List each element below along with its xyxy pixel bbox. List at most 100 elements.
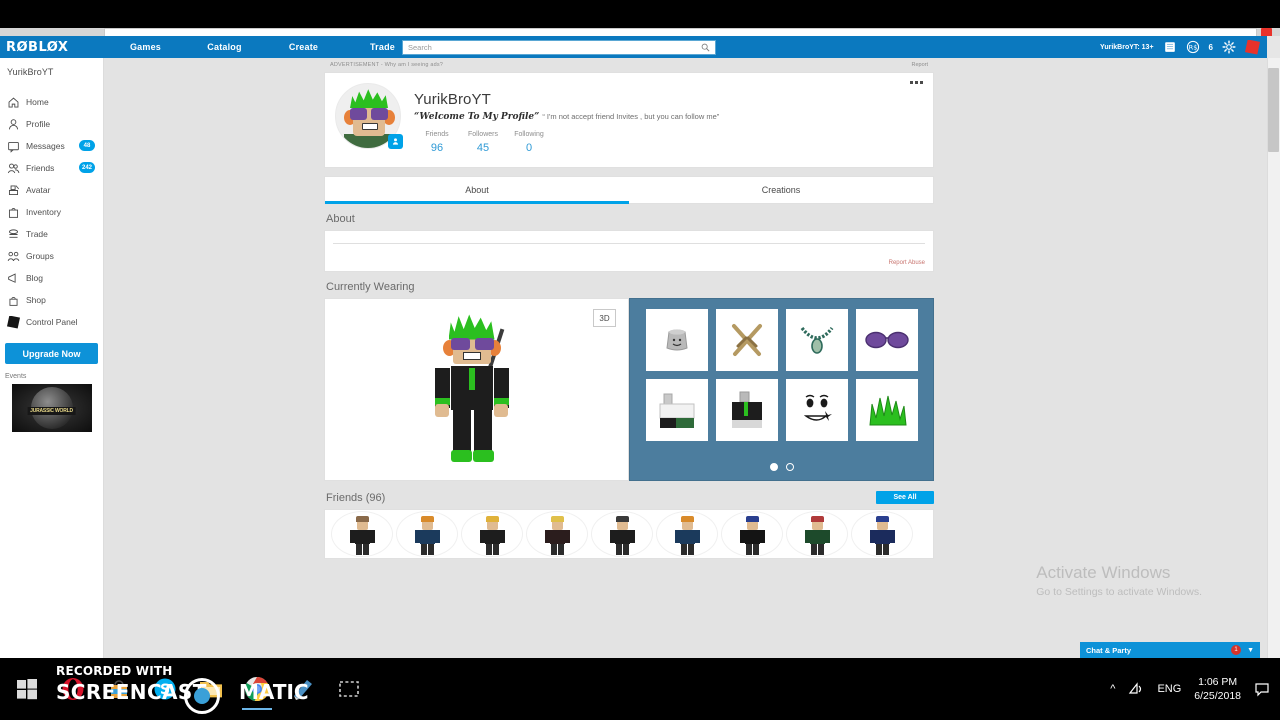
report-abuse-link[interactable]: Report Abuse xyxy=(889,260,925,266)
view-3d-button[interactable]: 3D xyxy=(593,309,616,327)
carousel-dot-1[interactable] xyxy=(769,463,778,471)
sidebar-item-friends[interactable]: Friends 242 xyxy=(0,157,103,179)
primary-nav: Games Catalog Create Trade xyxy=(106,42,422,52)
notepad-icon[interactable] xyxy=(280,666,326,712)
nav-item-games[interactable]: Games xyxy=(106,42,185,52)
avatar-leg-left xyxy=(452,409,471,454)
green-spiky-hair-icon xyxy=(868,395,907,426)
sidebar-item-messages[interactable]: Messages 48 xyxy=(0,135,103,157)
microsoft-store-icon[interactable] xyxy=(96,666,142,712)
advertisement-bar: ADVERTISEMENT - Why am I seeing ads? Rep… xyxy=(324,58,934,72)
friend-avatar[interactable] xyxy=(526,511,588,557)
worn-item-crossed-swords[interactable] xyxy=(715,309,778,371)
sidebar-label-blog: Blog xyxy=(26,273,44,283)
show-hidden-icons-icon[interactable]: ^ xyxy=(1110,683,1115,695)
main-content: ADVERTISEMENT - Why am I seeing ads? Rep… xyxy=(324,58,934,559)
friend-avatar[interactable] xyxy=(331,511,393,557)
currently-wearing-row: 3D xyxy=(324,298,934,481)
google-chrome-icon[interactable] xyxy=(234,666,280,712)
sidebar-item-inventory[interactable]: Inventory xyxy=(0,201,103,223)
see-all-button[interactable]: See All xyxy=(876,491,934,504)
language-indicator[interactable]: ENG xyxy=(1157,683,1181,695)
scrollbar-top-cap xyxy=(1267,36,1280,58)
friend-avatar[interactable] xyxy=(656,511,718,557)
jade-necklace-icon xyxy=(800,326,833,354)
sidebar-item-blog[interactable]: Blog xyxy=(0,267,103,289)
header-user-controls: YurikBroYT: 13+ R$ 6 xyxy=(1100,36,1260,58)
stat-followers-value: 45 xyxy=(476,142,490,154)
tab-about[interactable]: About xyxy=(325,177,629,204)
sidebar-item-shop[interactable]: Shop xyxy=(0,289,103,311)
video-letterbox-top xyxy=(0,0,1280,28)
action-center-icon[interactable] xyxy=(1254,681,1270,697)
sidebar-item-control-panel[interactable]: Control Panel xyxy=(0,311,103,333)
worn-item-black-green-jacket[interactable] xyxy=(715,379,778,441)
advertisement-report-link[interactable]: Report xyxy=(911,62,928,68)
nav-item-create[interactable]: Create xyxy=(264,42,343,52)
search-input[interactable]: Search xyxy=(408,43,701,52)
network-icon[interactable] xyxy=(1128,681,1144,697)
roblox-logo-icon[interactable] xyxy=(1245,39,1260,55)
sidebar-item-home[interactable]: Home xyxy=(0,91,103,113)
page-scrollbar[interactable] xyxy=(1267,58,1280,658)
upgrade-now-button[interactable]: Upgrade Now xyxy=(5,343,98,364)
snip-tool-icon[interactable] xyxy=(326,666,372,712)
blog-icon xyxy=(8,272,16,283)
home-icon xyxy=(8,97,19,107)
chat-and-party-bar[interactable]: Chat & Party 1 ▼ xyxy=(1080,642,1260,658)
messages-icon[interactable] xyxy=(1163,40,1177,54)
skype-icon[interactable]: S xyxy=(142,666,188,712)
white-shirt-icon xyxy=(659,393,694,428)
friend-avatar[interactable] xyxy=(786,511,848,557)
nav-item-catalog[interactable]: Catalog xyxy=(185,42,264,52)
robux-icon[interactable]: R$ xyxy=(1186,40,1200,54)
gear-icon[interactable] xyxy=(1222,40,1236,54)
avatar-render-sunglasses xyxy=(450,337,494,350)
stat-friends[interactable]: Friends 96 xyxy=(414,131,460,154)
header-username[interactable]: YurikBroYT: 13+ xyxy=(1100,44,1154,51)
search-box[interactable]: Search xyxy=(402,40,716,55)
event-thumbnail-jurassic-world[interactable]: JURASSIC WORLD xyxy=(11,384,92,432)
sidebar-label-groups: Groups xyxy=(26,251,54,261)
roblox-logo[interactable]: RØBLØX xyxy=(6,40,80,55)
sidebar-item-avatar[interactable]: Avatar xyxy=(0,179,103,201)
friend-avatar[interactable] xyxy=(721,511,783,557)
avatar[interactable] xyxy=(335,83,403,149)
friend-avatar[interactable] xyxy=(851,511,913,557)
sidebar-item-trade[interactable]: Trade xyxy=(0,223,103,245)
clock[interactable]: 1:06 PM 6/25/2018 xyxy=(1194,675,1241,703)
worn-item-purple-sunglasses[interactable] xyxy=(855,309,918,371)
browser-url-bar[interactable] xyxy=(104,28,1257,36)
opera-icon[interactable] xyxy=(50,666,96,712)
sidebar-username[interactable]: YurikBroYT xyxy=(0,58,103,77)
avatar-shoe-left xyxy=(450,449,472,462)
overflow-menu-icon[interactable] xyxy=(910,81,923,84)
chevron-up-icon[interactable]: ▼ xyxy=(1247,647,1254,654)
worn-item-winking-face[interactable] xyxy=(785,379,848,441)
sidebar-item-groups[interactable]: Groups xyxy=(0,245,103,267)
about-section-title: About xyxy=(326,213,355,225)
tab-creations[interactable]: Creations xyxy=(629,177,933,203)
worn-item-smiley-bucket-hat[interactable] xyxy=(645,309,708,371)
avatar-3d-view[interactable]: 3D xyxy=(324,298,629,481)
avatar-render-mouth xyxy=(462,351,481,360)
friend-avatar[interactable] xyxy=(591,511,653,557)
sidebar-item-profile[interactable]: Profile xyxy=(0,113,103,135)
sidebar-label-profile: Profile xyxy=(26,119,51,129)
stat-following[interactable]: Following 0 xyxy=(506,131,552,154)
worn-item-jade-necklace[interactable] xyxy=(785,309,848,371)
friend-avatar[interactable] xyxy=(396,511,458,557)
carousel-dot-2[interactable] xyxy=(785,463,794,471)
avatar-hand-right xyxy=(493,403,508,417)
avatar-leg-right xyxy=(473,409,492,454)
friend-avatar[interactable] xyxy=(461,511,523,557)
file-explorer-icon[interactable] xyxy=(188,666,234,712)
stat-followers[interactable]: Followers 45 xyxy=(460,131,506,154)
windows-start-icon[interactable] xyxy=(4,666,50,712)
worn-item-green-spiky-hair[interactable] xyxy=(855,379,918,441)
friend-avatar-figure xyxy=(544,516,570,556)
friend-avatar-figure xyxy=(739,516,765,556)
scrollbar-thumb[interactable] xyxy=(1268,68,1279,152)
advertisement-label[interactable]: ADVERTISEMENT - Why am I seeing ads? xyxy=(330,62,443,68)
worn-item-white-shirt[interactable] xyxy=(645,379,708,441)
